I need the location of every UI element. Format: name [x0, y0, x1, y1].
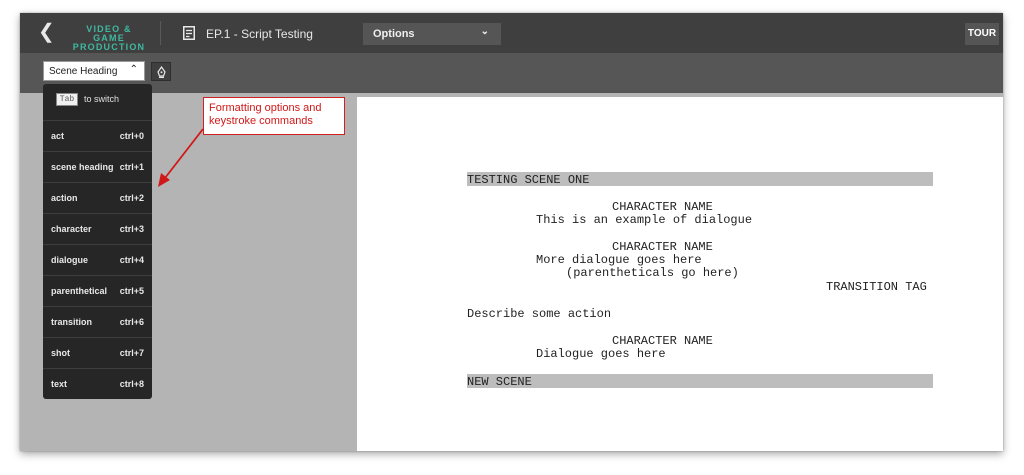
- menu-item-label: transition: [51, 317, 93, 327]
- annotation-line-1: Formatting options and: [209, 102, 322, 114]
- menu-item-parenthetical[interactable]: parenthetical ctrl+5: [43, 275, 152, 306]
- menu-item-shortcut: ctrl+4: [119, 255, 144, 265]
- menu-item-label: text: [51, 379, 68, 389]
- brand-logo[interactable]: VIDEO & GAME PRODUCTION: [70, 25, 148, 52]
- scene-heading[interactable]: NEW SCENE: [467, 375, 532, 389]
- menu-item-transition[interactable]: transition ctrl+6: [43, 306, 152, 337]
- chevron-left-icon[interactable]: ❮: [38, 22, 55, 42]
- character-name[interactable]: CHARACTER NAME: [612, 240, 713, 254]
- options-dropdown[interactable]: Options ⌄: [363, 23, 501, 45]
- menu-item-text[interactable]: text ctrl+8: [43, 368, 152, 399]
- brand-line-2: PRODUCTION: [72, 42, 146, 52]
- menu-item-dialogue[interactable]: dialogue ctrl+4: [43, 244, 152, 275]
- menu-item-shortcut: ctrl+1: [119, 162, 144, 172]
- character-name[interactable]: CHARACTER NAME: [612, 334, 713, 348]
- annotation-line-2: keystroke commands: [209, 115, 313, 127]
- character-name[interactable]: CHARACTER NAME: [612, 200, 713, 214]
- menu-item-label: character: [51, 224, 92, 234]
- dialogue[interactable]: Dialogue goes here: [536, 347, 666, 361]
- menu-item-label: dialogue: [51, 255, 89, 265]
- pen-nib-icon: [157, 66, 166, 78]
- chevron-down-icon: ⌄: [480, 26, 489, 37]
- tab-hint: to switch: [84, 94, 120, 104]
- scene-heading-highlight: [467, 374, 933, 388]
- menu-item-label: act: [51, 131, 65, 141]
- format-select-value: Scene Heading: [49, 66, 118, 77]
- action[interactable]: Describe some action: [467, 307, 611, 321]
- options-label: Options: [373, 28, 415, 40]
- menu-item-shortcut: ctrl+6: [119, 317, 144, 327]
- dialogue[interactable]: This is an example of dialogue: [536, 213, 752, 227]
- menu-item-shortcut: ctrl+8: [119, 379, 144, 389]
- app-window: ❮ VIDEO & GAME PRODUCTION EP.1 - Script …: [20, 13, 1003, 451]
- format-toolbar: Scene Heading ⌃: [20, 53, 1003, 93]
- menu-item-character[interactable]: character ctrl+3: [43, 213, 152, 244]
- top-bar: ❮ VIDEO & GAME PRODUCTION EP.1 - Script …: [20, 13, 1003, 53]
- script-page[interactable]: TESTING SCENE ONE CHARACTER NAME This is…: [357, 97, 1003, 451]
- menu-item-scene-heading[interactable]: scene heading ctrl+1: [43, 151, 152, 182]
- format-select[interactable]: Scene Heading ⌃: [43, 61, 145, 81]
- transition[interactable]: TRANSITION TAG: [826, 280, 927, 294]
- menu-item-label: action: [51, 193, 78, 203]
- scene-heading[interactable]: TESTING SCENE ONE: [467, 173, 589, 187]
- menu-item-shortcut: ctrl+2: [119, 193, 144, 203]
- tab-key-badge: Tab: [56, 93, 78, 106]
- menu-item-shortcut: ctrl+5: [119, 286, 144, 296]
- menu-item-shortcut: ctrl+7: [119, 348, 144, 358]
- format-menu: Tab to switch act ctrl+0 scene heading c…: [43, 84, 152, 399]
- menu-item-shot[interactable]: shot ctrl+7: [43, 337, 152, 368]
- tour-button[interactable]: TOUR: [965, 23, 999, 45]
- menu-item-shortcut: ctrl+3: [119, 224, 144, 234]
- menu-item-shortcut: ctrl+0: [119, 131, 144, 141]
- menu-item-action[interactable]: action ctrl+2: [43, 182, 152, 213]
- pen-button[interactable]: [151, 62, 171, 81]
- brand-line-1: VIDEO & GAME: [86, 24, 132, 43]
- annotation-callout: Formatting options and keystroke command…: [203, 97, 345, 135]
- document-icon: [183, 26, 195, 40]
- chevron-up-icon: ⌃: [129, 64, 138, 75]
- menu-item-label: parenthetical: [51, 286, 108, 296]
- dialogue[interactable]: More dialogue goes here: [536, 253, 702, 267]
- episode-title[interactable]: EP.1 - Script Testing: [206, 27, 313, 41]
- menu-item-act[interactable]: act ctrl+0: [43, 120, 152, 151]
- menu-item-label: shot: [51, 348, 70, 358]
- divider: [160, 21, 161, 45]
- menu-item-label: scene heading: [51, 162, 114, 172]
- parenthetical[interactable]: (parentheticals go here): [566, 266, 739, 280]
